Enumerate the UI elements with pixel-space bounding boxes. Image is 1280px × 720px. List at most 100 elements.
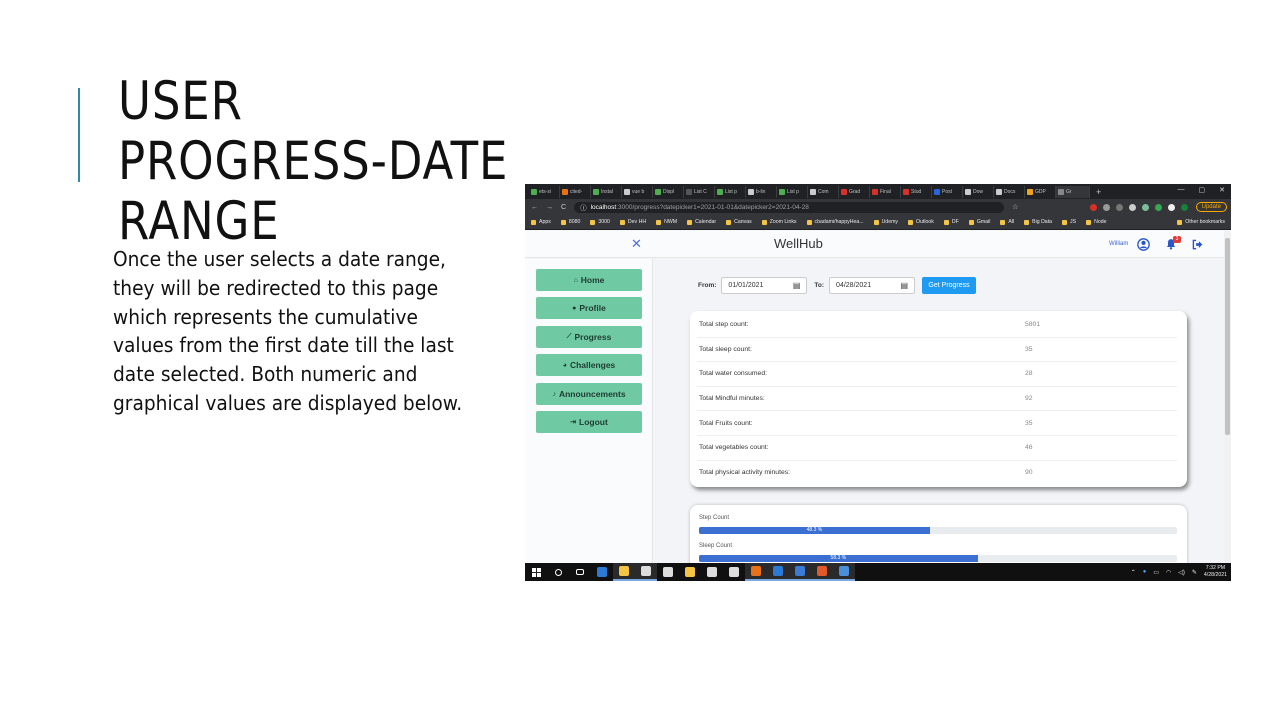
python-icon[interactable] xyxy=(679,563,701,581)
browser-tab[interactable]: Grad xyxy=(839,185,870,198)
bookmark-item[interactable]: Canvas xyxy=(726,219,752,225)
browser-tab[interactable]: Com xyxy=(808,185,839,198)
file-explorer-icon[interactable] xyxy=(613,563,635,581)
clock[interactable]: 7:32 PM 4/28/2021 xyxy=(1204,565,1227,579)
browser-tab[interactable]: b-lin xyxy=(746,185,777,198)
bluetooth-icon[interactable]: ● xyxy=(1143,569,1147,575)
get-progress-button[interactable]: Get Progress xyxy=(922,277,977,294)
bookmark-item[interactable]: Node xyxy=(1086,219,1107,225)
site-info-icon[interactable]: ⓘ xyxy=(580,202,587,212)
other-bookmarks[interactable]: Other bookmarks xyxy=(1177,219,1225,225)
bookmark-item[interactable]: Outlook xyxy=(908,219,934,225)
bookmark-item[interactable]: Apps xyxy=(531,219,551,225)
extension-icon[interactable] xyxy=(1154,203,1162,211)
browser-tab[interactable]: List p xyxy=(715,185,746,198)
star-icon[interactable]: ☆ xyxy=(1012,203,1018,211)
task-view-icon[interactable] xyxy=(569,563,591,581)
browser-tab[interactable]: Stud xyxy=(901,185,932,198)
back-icon[interactable]: ← xyxy=(531,204,538,211)
scrollbar-thumb[interactable] xyxy=(1225,238,1230,435)
address-bar[interactable]: ⓘ localhost:3000/progress?datepicker1=20… xyxy=(574,201,1005,213)
wifi-icon[interactable]: ◠ xyxy=(1166,569,1171,576)
bookmark-item[interactable]: NWM xyxy=(656,219,677,225)
bookmark-item[interactable]: Zoom Links xyxy=(761,219,797,225)
puzzle-icon[interactable] xyxy=(1167,203,1175,211)
close-sidebar-icon[interactable]: ✕ xyxy=(631,236,642,252)
bookmark-icon xyxy=(806,219,812,225)
network-icon[interactable]: ▭ xyxy=(1153,569,1159,576)
minimize-icon[interactable]: — xyxy=(1178,186,1185,194)
browser-tab[interactable]: Post xyxy=(932,185,963,198)
bookmarks-bar: Apps 8080 3000 Dev HH NWM Calendar Canvas Zoom … xyxy=(525,215,1231,230)
note-icon[interactable] xyxy=(657,563,679,581)
url-path: :3000/progress?datepicker1=2021-01-01&da… xyxy=(616,203,809,211)
browser-tab[interactable]: vue b xyxy=(622,185,653,198)
bookmark-item[interactable]: JS xyxy=(1062,219,1076,225)
extension-icon[interactable] xyxy=(1115,203,1123,211)
chrome-icon[interactable] xyxy=(745,563,767,581)
store-icon[interactable] xyxy=(591,563,613,581)
browser-tab[interactable]: Final xyxy=(870,185,901,198)
bookmark-item[interactable]: DF xyxy=(943,219,959,225)
nav-challenges-button[interactable]: ◕ Challenges xyxy=(536,354,642,376)
bookmark-item[interactable]: Calendar xyxy=(687,219,716,225)
page-scrollbar[interactable] xyxy=(1224,231,1231,563)
notification-badge: 3 xyxy=(1173,236,1181,243)
extension-icon[interactable] xyxy=(1128,203,1136,211)
progress-bar-fill: 58.3 % xyxy=(699,555,978,562)
extension-icon[interactable] xyxy=(1089,203,1097,211)
new-tab-button[interactable]: + xyxy=(1096,187,1101,197)
to-date-input[interactable]: 04/28/2021 ▤ xyxy=(829,277,916,294)
calendar-icon[interactable]: ▤ xyxy=(793,281,801,290)
reload-icon[interactable]: C xyxy=(561,204,566,211)
tab-favicon-icon xyxy=(872,188,878,195)
extension-icon[interactable] xyxy=(1141,203,1149,211)
browser-tab[interactable]: cited- xyxy=(560,185,591,198)
nav-profile-button[interactable]: ● Profile xyxy=(536,297,642,319)
search-icon[interactable] xyxy=(547,563,569,581)
app-icon[interactable] xyxy=(701,563,723,581)
extension-icon[interactable] xyxy=(1102,203,1110,211)
profile-avatar-icon[interactable] xyxy=(1180,203,1188,211)
bookmark-item[interactable]: cbadami/happyHea... xyxy=(806,219,864,225)
bookmark-item[interactable]: All xyxy=(1000,219,1014,225)
browser-tab[interactable]: GDP xyxy=(1025,185,1056,198)
browser-tab[interactable]: Instal xyxy=(591,185,622,198)
browser-tab[interactable]: ets-si xyxy=(529,185,560,198)
bookmark-item[interactable]: Big Data xyxy=(1024,219,1052,225)
bookmark-item[interactable]: Udemy xyxy=(873,219,898,225)
logout-icon[interactable] xyxy=(1192,239,1203,250)
terminal-icon[interactable] xyxy=(789,563,811,581)
bookmark-item[interactable]: Dev HH xyxy=(619,219,646,225)
settings-icon[interactable] xyxy=(635,563,657,581)
paint-icon[interactable] xyxy=(811,563,833,581)
update-button[interactable]: Update xyxy=(1195,202,1227,212)
nav-home-button[interactable]: ⌂ Home xyxy=(536,269,642,291)
nav-announcements-button[interactable]: ♪ Announcements xyxy=(536,383,642,405)
browser-tab[interactable]: Gr xyxy=(1056,185,1090,198)
maximize-icon[interactable]: ▢ xyxy=(1199,186,1206,194)
browser-tab[interactable]: List C xyxy=(684,185,715,198)
user-circle-icon[interactable] xyxy=(1137,238,1150,251)
cloud-icon[interactable] xyxy=(723,563,745,581)
volume-icon[interactable]: ◁) xyxy=(1178,569,1185,576)
browser-tab[interactable]: List p xyxy=(777,185,808,198)
nav-logout-button[interactable]: ⇥ Logout xyxy=(536,411,642,433)
close-window-icon[interactable]: ✕ xyxy=(1219,186,1225,194)
calendar-icon[interactable]: ▤ xyxy=(900,281,908,290)
chevron-up-icon[interactable]: ⌃ xyxy=(1131,569,1136,576)
bookmark-item[interactable]: 8080 xyxy=(560,219,580,225)
forward-icon[interactable]: → xyxy=(546,204,553,211)
windows-start-icon[interactable] xyxy=(525,567,547,577)
photos-icon[interactable] xyxy=(833,563,855,581)
vscode-icon[interactable] xyxy=(767,563,789,581)
browser-tab[interactable]: Dow xyxy=(963,185,994,198)
bookmark-item[interactable]: 3000 xyxy=(590,219,610,225)
from-date-input[interactable]: 01/01/2021 ▤ xyxy=(721,277,808,294)
browser-tab[interactable]: Docs xyxy=(994,185,1025,198)
bookmark-item[interactable]: Gmail xyxy=(968,219,990,225)
pen-icon[interactable]: ✎ xyxy=(1192,569,1197,576)
nav-progress-button[interactable]: ⟋ Progress xyxy=(536,326,642,348)
browser-tab[interactable]: Displ xyxy=(653,185,684,198)
user-name[interactable]: William xyxy=(1109,241,1128,247)
